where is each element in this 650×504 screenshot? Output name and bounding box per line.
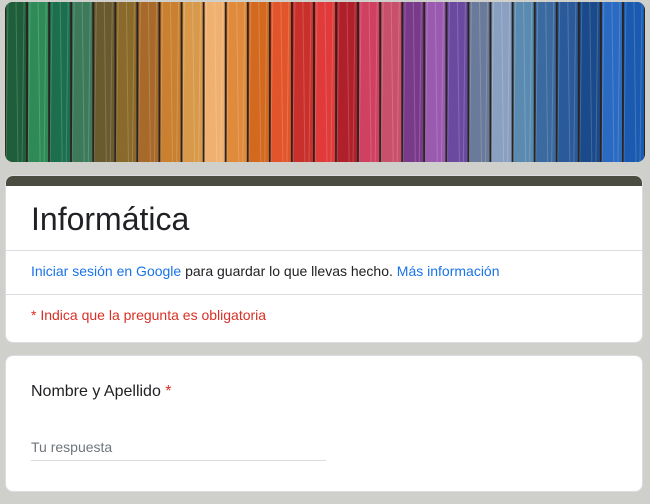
question-card: Nombre y Apellido * <box>5 355 643 492</box>
question-title: Nombre y Apellido * <box>31 383 172 401</box>
question-label: Nombre y Apellido <box>31 383 161 400</box>
divider <box>6 294 642 295</box>
form-title-card: Informática Iniciar sesión en Google par… <box>5 175 643 343</box>
more-info-link[interactable]: Más información <box>397 263 500 279</box>
divider <box>6 250 642 251</box>
header-banner-image <box>5 2 645 162</box>
signin-notice: Iniciar sesión en Google para guardar lo… <box>31 263 500 279</box>
yarn-banner-graphic <box>5 2 645 162</box>
answer-input[interactable] <box>31 434 326 461</box>
signin-link[interactable]: Iniciar sesión en Google <box>31 263 181 279</box>
theme-accent-bar <box>6 176 642 186</box>
signin-middle-text: para guardar lo que llevas hecho. <box>181 263 397 279</box>
form-title: Informática <box>31 201 190 237</box>
required-asterisk: * <box>165 383 172 400</box>
required-note: * Indica que la pregunta es obligatoria <box>31 307 267 323</box>
